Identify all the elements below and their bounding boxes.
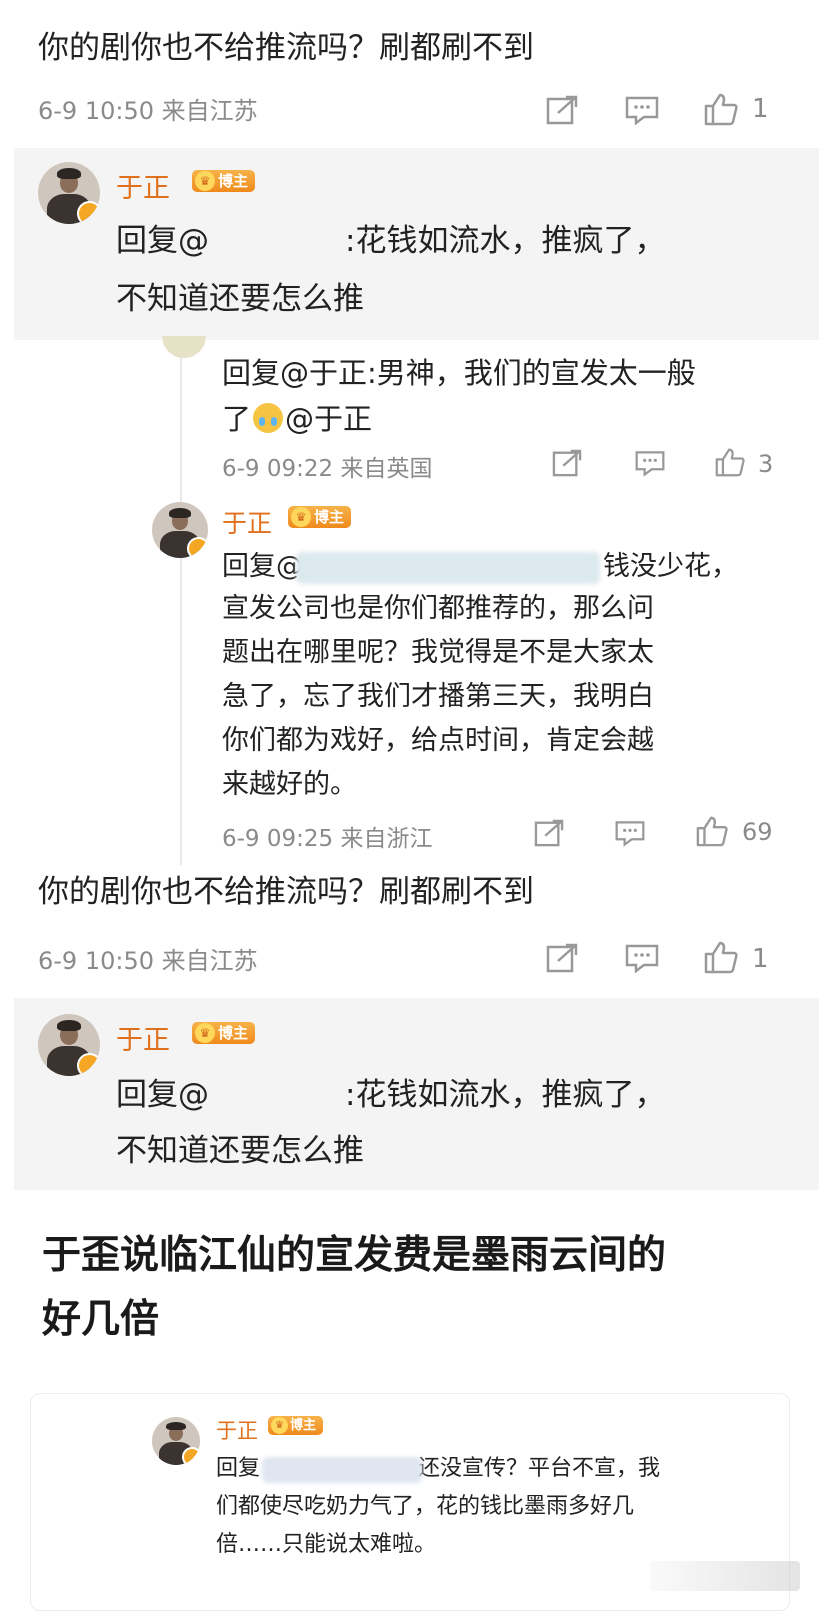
reply-line-2: 不知道还要怎么推 bbox=[116, 1133, 364, 1169]
reply-meta: 6-9 09:22 来自英国 bbox=[222, 456, 433, 482]
reply-line-2: 们都使尽吃奶力气了，花的钱比墨雨多好几 bbox=[216, 1494, 635, 1519]
comment-icon[interactable] bbox=[620, 940, 664, 976]
reply-box: 于正 ♛ 博主 回复@:花钱如流水，推疯了， 不知道还要怎么推 bbox=[14, 998, 819, 1190]
comment-text: 你的剧你也不给推流吗？刷都刷不到 bbox=[38, 874, 534, 910]
reply-line-1: 回复@:花钱如流水，推疯了， bbox=[116, 1077, 666, 1113]
reply-meta: 6-9 09:25 来自浙江 bbox=[222, 826, 433, 852]
comment-block-4: 于正 ♛ 博主 回复 还没宣传？平台不宣，我 们都使尽吃奶力气了，花的钱比墨雨多好几… bbox=[0, 1385, 819, 1611]
share-icon[interactable] bbox=[548, 446, 586, 480]
comment-block-3: 你的剧你也不给推流吗？刷都刷不到 6-9 10:50 来自江苏 1 于正 ♛ 博主… bbox=[0, 860, 819, 1200]
redacted-username bbox=[262, 1457, 422, 1483]
avatar[interactable] bbox=[38, 162, 100, 224]
share-icon[interactable] bbox=[542, 92, 582, 128]
crying-emoji-icon bbox=[253, 403, 284, 433]
reply-line-2: 了 @于正 bbox=[222, 402, 373, 436]
thread-line bbox=[180, 340, 182, 865]
crown-icon: ♛ bbox=[195, 1023, 215, 1043]
crown-icon: ♛ bbox=[291, 507, 311, 527]
comment-meta: 6-9 10:50 来自江苏 bbox=[38, 947, 258, 975]
avatar[interactable] bbox=[38, 1014, 100, 1076]
reply-line-3: 题出在哪里呢？我觉得是不是大家太 bbox=[222, 637, 654, 668]
partial-avatar bbox=[162, 336, 206, 358]
headline-line-2: 好几倍 bbox=[42, 1297, 160, 1342]
reply-line-1: 回复@于正:男神，我们的宣发太一般 bbox=[222, 356, 696, 390]
blogger-badge: ♛ 博主 bbox=[268, 1415, 324, 1435]
like-count: 1 bbox=[752, 94, 769, 124]
comment-text: 你的剧你也不给推流吗？刷都刷不到 bbox=[38, 30, 534, 66]
reply-line-6: 来越好的。 bbox=[222, 769, 357, 800]
comment-block-1: 你的剧你也不给推流吗？刷都刷不到 6-9 10:50 来自江苏 1 于正 ♛ 博主… bbox=[0, 0, 819, 340]
reply-line-2: 宣发公司也是你们都推荐的，那么问 bbox=[222, 593, 654, 624]
crown-icon: ♛ bbox=[271, 1417, 288, 1434]
reply-author[interactable]: 于正 bbox=[116, 1018, 170, 1057]
reply-box: 于正 ♛ 博主 回复@:花钱如流水，推疯了， 不知道还要怎么推 bbox=[14, 148, 819, 340]
like-icon[interactable] bbox=[700, 938, 742, 976]
reply-line-2: 不知道还要怎么推 bbox=[116, 281, 364, 317]
like-icon[interactable] bbox=[700, 90, 742, 128]
like-icon[interactable] bbox=[692, 812, 732, 850]
comment-icon[interactable] bbox=[610, 816, 650, 850]
reply-author[interactable]: 于正 bbox=[116, 166, 170, 205]
avatar[interactable] bbox=[152, 1417, 200, 1465]
like-icon[interactable] bbox=[710, 444, 750, 480]
reply-line-3: 倍……只能说太难啦。 bbox=[216, 1532, 437, 1557]
like-count: 3 bbox=[758, 450, 774, 478]
blogger-badge: ♛ 博主 bbox=[288, 506, 352, 528]
like-count: 69 bbox=[742, 818, 773, 846]
headline: 于歪说临江仙的宣发费是墨雨云间的 好几倍 bbox=[0, 1210, 819, 1360]
redacted-username bbox=[296, 552, 600, 584]
reply-line-5: 你们都为戏好，给点时间，肯定会越 bbox=[222, 725, 654, 756]
comment-icon[interactable] bbox=[620, 92, 664, 128]
like-count: 1 bbox=[752, 944, 769, 974]
reply-author[interactable]: 于正 bbox=[216, 1415, 258, 1445]
comment-meta: 6-9 10:50 来自江苏 bbox=[38, 97, 258, 125]
headline-line-1: 于歪说临江仙的宣发费是墨雨云间的 bbox=[42, 1233, 667, 1278]
comment-icon[interactable] bbox=[630, 446, 670, 480]
share-icon[interactable] bbox=[530, 816, 568, 850]
avatar[interactable] bbox=[152, 502, 208, 558]
blogger-badge: ♛ 博主 bbox=[192, 170, 256, 192]
share-icon[interactable] bbox=[542, 940, 582, 976]
comment-block-2: 回复@于正:男神，我们的宣发太一般 了 @于正 6-9 09:22 来自英国 3 … bbox=[0, 336, 819, 865]
crown-icon: ♛ bbox=[195, 171, 215, 191]
watermark bbox=[650, 1561, 800, 1591]
blogger-badge: ♛ 博主 bbox=[192, 1022, 256, 1044]
reply-author[interactable]: 于正 bbox=[222, 504, 272, 540]
reply-line-4: 急了，忘了我们才播第三天，我明白 bbox=[222, 681, 654, 712]
reply-line-1: 回复@:花钱如流水，推疯了， bbox=[116, 223, 666, 259]
